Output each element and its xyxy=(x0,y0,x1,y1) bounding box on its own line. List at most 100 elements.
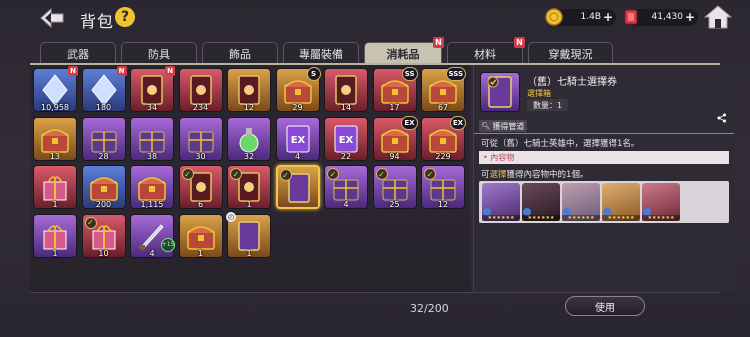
item-count: 1 xyxy=(246,248,252,258)
item-count: 180 xyxy=(95,103,112,112)
star-rating: ★★★★★★ xyxy=(642,215,680,221)
item-count: 17 xyxy=(389,103,400,112)
gold-currency: 1.4B + xyxy=(545,8,616,26)
item-slot[interactable]: 28 xyxy=(81,116,126,161)
item-slot[interactable]: +15 4 xyxy=(130,213,175,258)
item-count: 1 xyxy=(197,248,204,258)
tab-exclusive-equipment[interactable]: 專屬裝備 xyxy=(283,42,359,64)
item-slot[interactable]: ✓ xyxy=(275,165,320,209)
tab-wearing-status[interactable]: 穿戴現況 xyxy=(528,42,613,64)
item-slot[interactable]: ✓ 10 xyxy=(81,213,126,258)
item-count: 25 xyxy=(389,200,400,209)
add-gem-button[interactable]: + xyxy=(685,10,695,24)
star-rating: ★★★★★★ xyxy=(522,215,560,221)
help-button[interactable]: ? xyxy=(115,7,135,27)
new-badge: N xyxy=(514,37,525,48)
category-tabs: 武器 防具 飾品 專屬裝備 消耗品 N 材料 N 穿戴現況 xyxy=(40,37,640,64)
home-icon xyxy=(704,5,732,29)
back-button[interactable] xyxy=(38,6,66,30)
grade-tag: SS xyxy=(401,67,418,81)
item-slot[interactable]: 200 xyxy=(81,165,126,209)
item-slot[interactable]: 32 xyxy=(227,116,271,161)
home-button[interactable] xyxy=(704,4,732,30)
item-count: 10 xyxy=(98,248,109,258)
star-rating: ★★★★★★ xyxy=(562,215,600,221)
add-gold-button[interactable]: + xyxy=(603,10,613,24)
item-slot[interactable]: 1 xyxy=(178,213,223,258)
acquisition-button[interactable]: 🔍︎ 獲得管道 xyxy=(479,120,527,132)
item-slot[interactable]: N 180 xyxy=(81,66,127,112)
item-slot[interactable]: ✓ 6 xyxy=(178,165,223,209)
contents-header: • 內容物 xyxy=(479,151,729,164)
tab-weapon[interactable]: 武器 xyxy=(40,42,116,64)
item-count: 4 xyxy=(343,200,349,209)
item-count: 4 xyxy=(294,151,301,161)
item-description: 可從（舊）七騎士英雄中，選擇獲得1名。 xyxy=(481,139,640,149)
grade-tag: SSS xyxy=(445,67,466,81)
item-slot[interactable]: N 10,958 xyxy=(33,66,78,112)
character-portrait[interactable]: ★★★★★★ xyxy=(642,183,680,221)
gold-amount: 1.4B xyxy=(580,12,602,22)
item-slot[interactable]: 30 xyxy=(178,116,223,161)
item-count: 1 xyxy=(52,200,58,209)
item-count: 6 xyxy=(197,200,204,209)
tab-materials[interactable]: 材料 N xyxy=(447,37,525,64)
item-slot[interactable]: 12 xyxy=(227,68,271,112)
item-quantity: 數量：1 xyxy=(527,99,569,111)
owned-check-icon: ✓ xyxy=(424,168,436,180)
character-portrait[interactable]: ★★★★★★ xyxy=(522,183,560,221)
tab-armor[interactable]: 防具 xyxy=(121,42,197,64)
item-name: （舊）七騎士選擇券 xyxy=(527,77,617,88)
tab-consumables[interactable]: 消耗品 N xyxy=(364,37,444,64)
item-slot[interactable]: 234 xyxy=(178,68,223,112)
star-rating: ★★★★★★ xyxy=(482,215,520,221)
character-portrait[interactable]: ★★★★★★ xyxy=(482,183,520,221)
item-slot[interactable]: ✓ 4 xyxy=(324,165,368,209)
item-slot[interactable]: EX 94 xyxy=(372,115,418,161)
gem-currency: 41,430 + xyxy=(624,9,698,26)
item-slot[interactable]: SSS 67 xyxy=(421,67,466,112)
item-slot[interactable]: 13 xyxy=(33,116,77,161)
selected-item-icon xyxy=(480,72,520,112)
new-badge: N xyxy=(165,66,175,76)
item-count: 38 xyxy=(146,151,158,161)
item-slot[interactable]: 1 xyxy=(33,165,77,209)
item-count: 94 xyxy=(389,151,400,161)
item-count: 1 xyxy=(246,200,252,209)
item-slot[interactable]: 1,115 xyxy=(130,165,174,209)
gem-amount: 41,430 xyxy=(651,12,684,22)
character-portrait[interactable]: ★★★★★★ xyxy=(602,183,640,221)
item-type: 選擇箱 xyxy=(527,89,551,98)
item-slot[interactable]: ✓ 25 xyxy=(372,165,417,209)
item-count: 10,958 xyxy=(41,103,69,112)
item-slot[interactable]: N 34 xyxy=(130,66,175,112)
item-slot[interactable]: 14 xyxy=(324,68,368,112)
item-slot[interactable]: 38 xyxy=(130,116,174,161)
item-slot[interactable]: ◴ 1 xyxy=(226,211,271,258)
item-slot[interactable]: ✓ 12 xyxy=(421,165,465,209)
item-slot[interactable]: 1 xyxy=(33,213,77,258)
owned-check-icon: ✓ xyxy=(84,216,97,229)
share-icon[interactable] xyxy=(717,113,727,126)
content-characters: ★★★★★★ ★★★★★★ ★★★★★★ ★★★★★★ ★★★★★★ xyxy=(479,181,729,223)
owned-check-icon: ✓ xyxy=(327,168,339,180)
item-slot[interactable]: SS 17 xyxy=(372,67,418,112)
tab-accessory[interactable]: 飾品 xyxy=(202,42,278,64)
item-count: 28 xyxy=(98,151,109,161)
grade-tag: EX xyxy=(449,115,466,130)
character-portrait[interactable]: ★★★★★★ xyxy=(562,183,600,221)
item-slot[interactable]: EX 4 xyxy=(275,116,320,161)
item-count: 1,115 xyxy=(140,200,164,209)
item-detail-panel: （舊）七騎士選擇券 選擇箱 數量：1 🔍︎ 獲得管道 可從（舊）七騎士英雄中，選… xyxy=(473,65,735,292)
item-slot[interactable]: ✓ 1 xyxy=(227,165,271,209)
item-slot[interactable]: EX 22 xyxy=(324,116,368,161)
item-slot[interactable]: EX 229 xyxy=(421,115,466,161)
ruby-icon xyxy=(624,9,638,25)
owned-check-icon: ✓ xyxy=(230,168,242,180)
svg-text:EX: EX xyxy=(290,135,305,146)
item-slot[interactable]: S 29 xyxy=(275,67,321,112)
item-count: 14 xyxy=(340,103,352,112)
use-button[interactable]: 使用 xyxy=(565,296,645,316)
top-bar: 背包 ? 1.4B + 41,430 + xyxy=(0,0,750,38)
owned-check-icon: ✓ xyxy=(375,168,388,180)
